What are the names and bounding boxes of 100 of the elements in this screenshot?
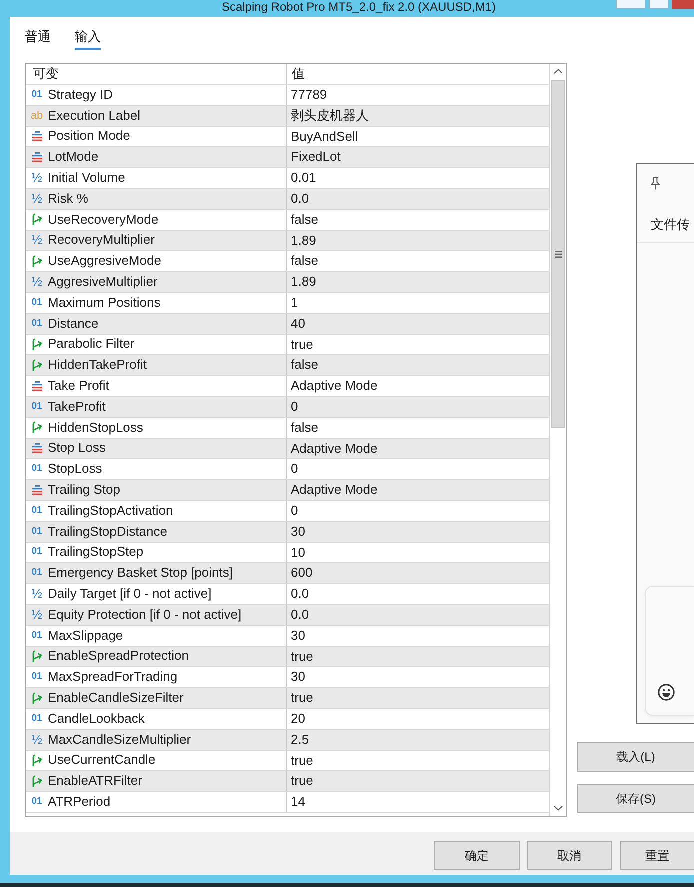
stacked-lines-icon — [32, 380, 42, 392]
scrollbar[interactable] — [549, 64, 566, 816]
parameter-name: Risk % — [48, 190, 88, 207]
column-header: 可变 — [26, 64, 287, 84]
parameter-name: AggresiveMultiplier — [48, 274, 158, 290]
parameter-value[interactable]: 0 — [287, 396, 549, 417]
stacked-lines-icon — [32, 484, 42, 496]
cancel-button[interactable]: 取消 — [527, 841, 612, 870]
tab[interactable]: 输入 — [75, 17, 101, 50]
parameter-value[interactable]: 10 — [287, 542, 549, 562]
parameter-value[interactable]: 1.89 — [287, 272, 549, 292]
parameter-value[interactable]: 20 — [287, 708, 549, 729]
parameter-value[interactable]: 77789 — [287, 85, 549, 105]
parameter-name: RecoveryMultiplier — [48, 232, 155, 248]
load-button[interactable]: 载入(L) — [577, 742, 694, 772]
parameter-name: Stop Loss — [48, 440, 106, 456]
parameter-name: LotMode — [48, 149, 99, 166]
type-label: 01 — [32, 671, 42, 684]
parameter-value[interactable]: false — [287, 418, 549, 438]
branch-arrow-icon — [31, 754, 43, 767]
parameter-name: TrailingStopStep — [48, 544, 144, 560]
type-label: ab — [30, 110, 44, 122]
parameter-name: ATRPeriod — [48, 794, 111, 810]
save-button[interactable]: 保存(S) — [577, 784, 694, 813]
caret-down-icon — [554, 806, 562, 811]
parameter-value[interactable]: 2.5 — [287, 730, 549, 750]
type-label: 01 — [32, 567, 42, 580]
parameter-value[interactable]: true — [287, 771, 549, 792]
parameter-value[interactable]: true — [287, 646, 549, 666]
parameter-value[interactable]: Adaptive Mode — [287, 376, 549, 396]
type-label: ½ — [32, 192, 42, 205]
ok-button[interactable]: 确定 — [434, 841, 520, 870]
parameter-value[interactable]: 0 — [287, 459, 549, 480]
parameter-name: EnableATRFilter — [48, 773, 142, 790]
reset-button[interactable]: 重置 — [620, 841, 694, 870]
type-label: 01 — [32, 318, 42, 330]
parameter-value[interactable]: 30 — [287, 522, 549, 542]
parameter-name: TrailingStopActivation — [48, 502, 174, 519]
branch-arrow-icon — [31, 213, 43, 226]
parameter-name: EnableSpreadProtection — [48, 648, 189, 664]
parameter-value[interactable]: 剥头皮机器人 — [287, 106, 549, 126]
close-button[interactable] — [672, 0, 694, 9]
parameter-value[interactable]: 30 — [287, 667, 549, 688]
parameter-name: UseCurrentCandle — [48, 752, 156, 768]
pin-icon[interactable] — [651, 177, 660, 190]
parameter-value[interactable]: false — [287, 210, 549, 230]
parameter-value[interactable]: 0.0 — [287, 188, 549, 209]
maximize-button[interactable] — [649, 0, 669, 9]
stacked-lines-icon — [32, 130, 42, 142]
parameter-value[interactable]: 0.0 — [287, 584, 549, 604]
parameter-value[interactable]: 0.0 — [287, 604, 549, 625]
type-label: 01 — [32, 400, 42, 413]
parameter-name: Take Profit — [48, 378, 110, 394]
parameter-name: Strategy ID — [48, 86, 114, 103]
type-label: 01 — [32, 296, 42, 309]
parameter-value[interactable]: 0.01 — [287, 168, 549, 188]
type-label: 01 — [32, 463, 42, 476]
parameter-value[interactable]: false — [287, 251, 549, 272]
minimize-button[interactable] — [616, 0, 646, 9]
tab[interactable]: 普通 — [25, 17, 51, 50]
parameter-value[interactable]: 0 — [287, 500, 549, 521]
parameter-value[interactable]: true — [287, 750, 549, 770]
type-label: 01 — [32, 796, 42, 808]
parameter-name: Daily Target [if 0 - not active] — [48, 586, 212, 602]
scrollbar-thumb[interactable] — [551, 80, 565, 428]
parameter-name: Initial Volume — [48, 170, 126, 186]
parameter-value[interactable]: BuyAndSell — [287, 126, 549, 146]
parameter-value[interactable]: 1 — [287, 292, 549, 313]
branch-arrow-icon — [31, 421, 43, 434]
type-label: ½ — [32, 276, 42, 288]
parameter-name: UseRecoveryMode — [48, 212, 159, 228]
parameter-value[interactable]: 600 — [287, 563, 549, 584]
parameter-value[interactable]: 40 — [287, 314, 549, 334]
stacked-lines-icon — [32, 442, 42, 454]
parameter-value[interactable]: 30 — [287, 626, 549, 646]
type-label: 01 — [32, 504, 42, 517]
type-label: 01 — [32, 526, 42, 538]
branch-arrow-icon — [31, 254, 43, 268]
column-header: 值 — [291, 65, 306, 83]
type-label: ½ — [32, 608, 42, 621]
parameter-value[interactable]: Adaptive Mode — [287, 480, 549, 500]
parameter-value[interactable]: 14 — [287, 792, 549, 812]
parameter-value[interactable]: true — [287, 334, 549, 354]
parameter-name: HiddenStopLoss — [48, 420, 144, 436]
branch-arrow-icon — [31, 774, 43, 788]
parameter-value[interactable]: true — [287, 688, 549, 708]
parameter-name: Trailing Stop — [48, 482, 120, 498]
parameter-name: Emergency Basket Stop [points] — [48, 565, 233, 582]
parameter-name: Position Mode — [48, 128, 130, 144]
window-title: Scalping Robot Pro MT5_2.0_fix 2.0 (XAUUSD,M1) — [220, 0, 496, 15]
parameter-value[interactable]: false — [287, 355, 549, 376]
parameter-name: TrailingStopDistance — [48, 524, 168, 540]
smiley-icon[interactable] — [658, 684, 675, 701]
parameter-value[interactable]: 1.89 — [287, 230, 549, 250]
branch-arrow-icon — [31, 338, 43, 351]
parameter-value[interactable]: FixedLot — [287, 147, 549, 168]
parameter-value[interactable]: Adaptive Mode — [287, 438, 549, 458]
type-label: 01 — [32, 630, 42, 642]
caret-up-icon — [554, 69, 562, 74]
branch-arrow-icon — [31, 692, 43, 704]
